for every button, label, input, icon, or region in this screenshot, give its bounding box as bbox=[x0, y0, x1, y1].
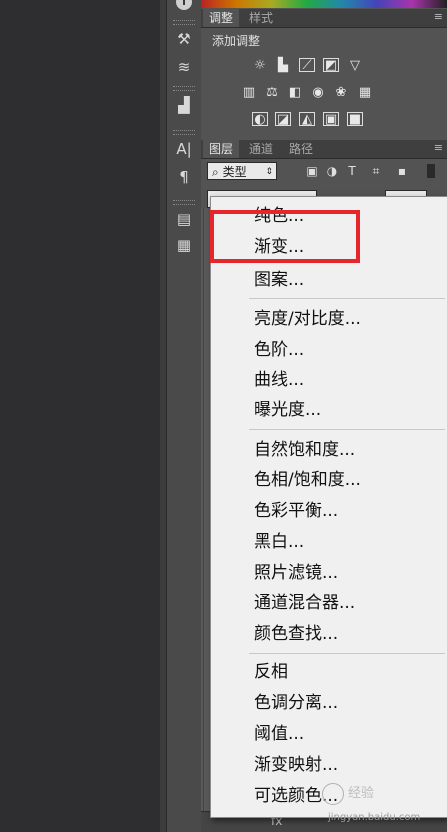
vibrance-icon[interactable]: ▽ bbox=[347, 58, 363, 73]
menu-separator bbox=[249, 429, 445, 430]
menu-item-threshold[interactable]: 阈值... bbox=[254, 721, 304, 747]
menu-item-black-white[interactable]: 黑白... bbox=[254, 529, 304, 555]
menu-item-color-lookup[interactable]: 颜色查找... bbox=[254, 621, 338, 647]
notes-icon[interactable]: ▦ bbox=[171, 234, 197, 256]
filter-toggle-icon[interactable] bbox=[427, 164, 435, 178]
transform-icon[interactable]: ⌗ bbox=[369, 164, 383, 178]
tab-styles[interactable]: 样式 bbox=[243, 9, 279, 27]
menu-item-gradient-map[interactable]: 渐变映射... bbox=[254, 752, 338, 778]
menu-item-levels[interactable]: 色阶... bbox=[254, 337, 304, 363]
circle-icon[interactable]: ◑ bbox=[325, 164, 339, 178]
clone-source-icon[interactable]: ▟ bbox=[171, 94, 197, 116]
brush-preset-icon[interactable]: ⚒ bbox=[171, 28, 197, 50]
panel-menu-icon[interactable]: ≡ bbox=[434, 141, 443, 154]
tab-channels[interactable]: 通道 bbox=[243, 140, 279, 158]
threshold-icon[interactable]: ◭ bbox=[299, 112, 315, 127]
strip-grip[interactable] bbox=[173, 130, 195, 135]
menu-item-exposure[interactable]: 曝光度... bbox=[254, 397, 321, 423]
menu-item-solid-color[interactable]: 纯色... bbox=[254, 203, 304, 229]
color-balance-icon[interactable]: ⚖ bbox=[264, 85, 280, 100]
posterize-icon[interactable]: ◪ bbox=[275, 112, 291, 127]
strip-grip[interactable] bbox=[173, 20, 195, 25]
add-adjustment-title: 添加调整 bbox=[212, 34, 261, 48]
info-icon[interactable]: i bbox=[176, 0, 192, 10]
kind-filter-select[interactable]: ⌕ 类型 ⇕ bbox=[207, 162, 277, 180]
menu-item-curves[interactable]: 曲线... bbox=[254, 367, 304, 393]
brush-settings-icon[interactable]: ≋ bbox=[171, 56, 197, 78]
strip-grip[interactable] bbox=[173, 86, 195, 91]
menu-separator bbox=[249, 653, 445, 654]
search-icon: ⌕ bbox=[212, 165, 219, 179]
brightness-icon[interactable]: ☼ bbox=[252, 58, 268, 73]
curves-icon[interactable]: ⟋ bbox=[299, 58, 315, 73]
lock-icon[interactable]: ▪ bbox=[395, 164, 409, 178]
layers-divider bbox=[203, 208, 204, 818]
invert-icon[interactable]: ◐ bbox=[252, 112, 268, 127]
menu-item-invert[interactable]: 反相 bbox=[254, 659, 288, 685]
kind-filter-label: 类型 bbox=[222, 165, 247, 179]
menu-item-vibrance[interactable]: 自然饱和度... bbox=[254, 437, 355, 463]
selective-color-icon[interactable]: ■ bbox=[347, 112, 363, 127]
panel-icon-strip: i ⚒ ≋ ▟ A| ¶ ▤ ▦ bbox=[166, 0, 202, 832]
watermark: 经验 bbox=[322, 782, 374, 805]
levels-icon[interactable]: ▙ bbox=[275, 58, 291, 73]
chevron-updown-icon: ⇕ bbox=[265, 167, 273, 177]
type-icon[interactable]: T bbox=[345, 164, 359, 178]
layers-filter-bar: ⌕ 类型 ⇕ ▣ ◑ T ⌗ ▪ bbox=[201, 159, 447, 185]
swatch-gradient[interactable] bbox=[201, 0, 447, 8]
menu-item-hue-saturation[interactable]: 色相/饱和度... bbox=[254, 467, 361, 493]
baidu-paw-icon bbox=[322, 782, 344, 805]
watermark-url: jingyan.baidu.com bbox=[328, 812, 421, 823]
color-lookup-icon[interactable]: ▦ bbox=[357, 85, 373, 100]
tab-layers[interactable]: 图层 bbox=[203, 140, 240, 158]
menu-item-posterize[interactable]: 色调分离... bbox=[254, 690, 338, 716]
paragraph-icon[interactable]: ¶ bbox=[171, 166, 197, 188]
menu-item-color-balance[interactable]: 色彩平衡... bbox=[254, 498, 338, 524]
tab-adjustments[interactable]: 调整 bbox=[203, 9, 240, 27]
image-icon[interactable]: ▣ bbox=[305, 164, 319, 178]
menu-item-channel-mixer[interactable]: 通道混合器... bbox=[254, 590, 355, 616]
layers-tabbar: 图层 通道 路径 ≡ bbox=[201, 140, 447, 159]
gradient-map-icon[interactable]: ▣ bbox=[323, 112, 339, 127]
panel-menu-icon[interactable]: ≡ bbox=[434, 10, 443, 23]
menu-item-pattern[interactable]: 图案... bbox=[254, 267, 304, 293]
photo-filter-icon[interactable]: ◉ bbox=[310, 85, 326, 100]
character-icon[interactable]: A| bbox=[171, 138, 197, 160]
menu-item-brightness-contrast[interactable]: 亮度/对比度... bbox=[254, 306, 361, 332]
strip-grip[interactable] bbox=[173, 200, 195, 205]
channel-mixer-icon[interactable]: ❀ bbox=[333, 85, 349, 100]
adjustment-layer-menu: 纯色... 渐变... 图案... 亮度/对比度... 色阶... 曲线... … bbox=[210, 196, 447, 818]
menu-separator bbox=[249, 298, 445, 299]
exposure-icon[interactable]: ◩ bbox=[323, 58, 339, 73]
menu-item-gradient[interactable]: 渐变... bbox=[254, 234, 304, 260]
watermark-text: 经验 bbox=[348, 786, 375, 801]
adjustments-tabbar: 调整 样式 ≡ bbox=[201, 9, 447, 28]
document-canvas[interactable] bbox=[0, 0, 160, 832]
menu-item-photo-filter[interactable]: 照片滤镜... bbox=[254, 560, 338, 586]
black-white-icon[interactable]: ◧ bbox=[287, 85, 303, 100]
tab-paths[interactable]: 路径 bbox=[283, 140, 319, 158]
hue-saturation-icon[interactable]: ▥ bbox=[241, 85, 257, 100]
libraries-icon[interactable]: ▤ bbox=[171, 208, 197, 230]
